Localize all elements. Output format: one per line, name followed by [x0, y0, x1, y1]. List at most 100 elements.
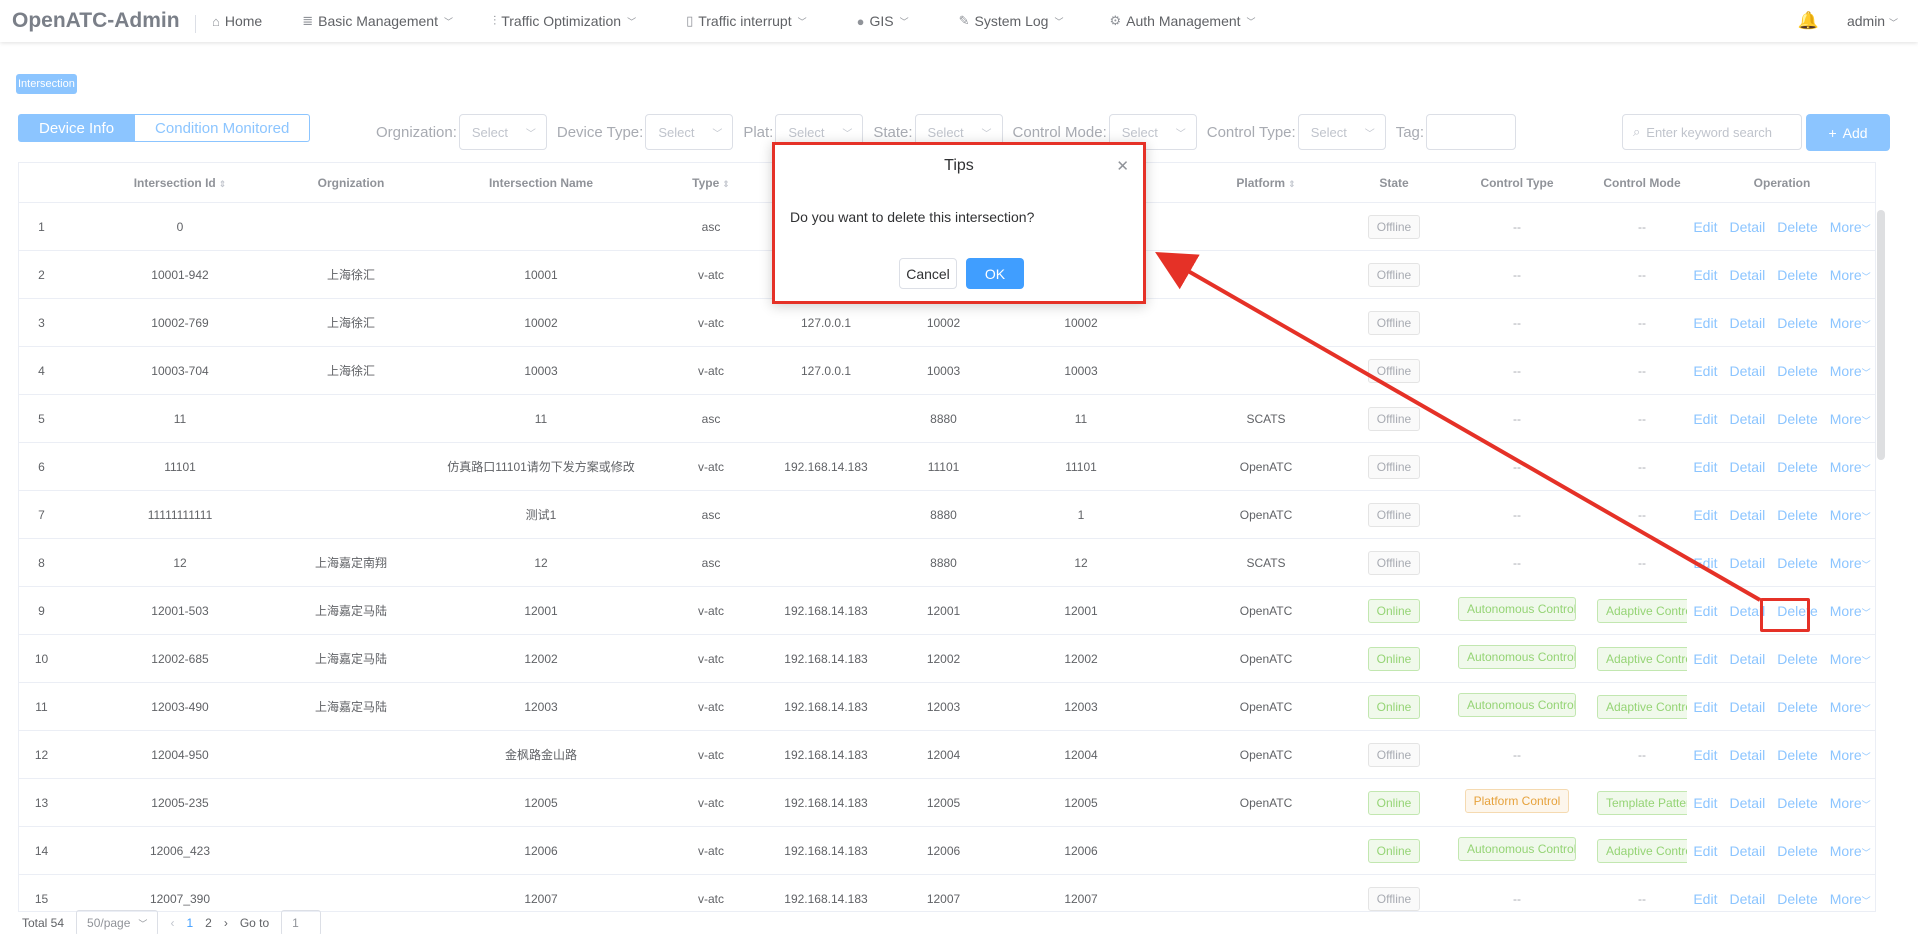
nav-item-traffic-optimization[interactable]: ⫶ Traffic Optimization ﹀ — [493, 13, 636, 29]
nav-item-basic-management[interactable]: ≣ Basic Management ﹀ — [302, 13, 453, 29]
delete-link[interactable]: Delete — [1777, 651, 1817, 667]
col-intersection-id[interactable]: Intersection Id ⇕ — [64, 176, 296, 190]
next-page-icon[interactable]: › — [224, 916, 228, 930]
org-select[interactable]: Select ﹀ — [458, 114, 547, 150]
state-cell: Online — [1351, 646, 1437, 671]
detail-link[interactable]: Detail — [1729, 555, 1765, 571]
edit-link[interactable]: Edit — [1693, 507, 1717, 523]
bell-icon[interactable]: 🔔 — [1798, 11, 1819, 31]
nav-item-system-log[interactable]: ✎ System Log ﹀ — [959, 13, 1064, 29]
table-scrollbar[interactable] — [1877, 210, 1885, 460]
sort-icon[interactable]: ⇕ — [722, 179, 730, 189]
ip-address-cell: 127.0.0.1 — [800, 363, 852, 378]
delete-link[interactable]: Delete — [1777, 795, 1817, 811]
delete-link[interactable]: Delete — [1777, 459, 1817, 475]
delete-link[interactable]: Delete — [1777, 411, 1817, 427]
delete-link[interactable]: Delete — [1777, 315, 1817, 331]
close-icon[interactable]: ✕ — [1116, 157, 1129, 175]
edit-link[interactable]: Edit — [1693, 363, 1717, 379]
goto-input[interactable]: 1 — [281, 910, 322, 934]
edit-link[interactable]: Edit — [1693, 459, 1717, 475]
search-placeholder: Enter keyword search — [1646, 124, 1773, 140]
tab-condition-monitored[interactable]: Condition Monitored — [135, 114, 311, 142]
ok-button[interactable]: OK — [966, 258, 1024, 289]
edit-link[interactable]: Edit — [1693, 891, 1717, 907]
detail-link[interactable]: Detail — [1729, 219, 1765, 235]
more-link[interactable]: More﹀ — [1830, 747, 1871, 763]
edit-link[interactable]: Edit — [1693, 795, 1717, 811]
detail-link[interactable]: Detail — [1729, 651, 1765, 667]
prev-page-icon[interactable]: ‹ — [170, 916, 174, 930]
cancel-button[interactable]: Cancel — [899, 258, 957, 289]
col-platform[interactable]: Platform ⇕ — [1181, 176, 1351, 190]
delete-link[interactable]: Delete — [1777, 267, 1817, 283]
detail-link[interactable]: Detail — [1729, 891, 1765, 907]
add-button[interactable]: + Add — [1806, 114, 1890, 151]
edit-link[interactable]: Edit — [1693, 651, 1717, 667]
edit-link[interactable]: Edit — [1693, 747, 1717, 763]
detail-link[interactable]: Detail — [1729, 795, 1765, 811]
delete-link[interactable]: Delete — [1777, 747, 1817, 763]
detail-link[interactable]: Detail — [1729, 315, 1765, 331]
nav-item-auth-management[interactable]: ⚙ Auth Management ﹀ — [1109, 13, 1255, 29]
more-link[interactable]: More﹀ — [1830, 411, 1871, 427]
total-count: Total 54 — [22, 916, 65, 930]
col-type[interactable]: Type ⇕ — [676, 176, 746, 190]
edit-link[interactable]: Edit — [1693, 411, 1717, 427]
detail-link[interactable]: Detail — [1729, 843, 1765, 859]
user-menu[interactable]: admin ﹀ — [1847, 13, 1898, 29]
more-link[interactable]: More﹀ — [1830, 603, 1871, 619]
nav-item-home[interactable]: ⌂ Home — [212, 13, 262, 29]
edit-link[interactable]: Edit — [1693, 843, 1717, 859]
more-link[interactable]: More﹀ — [1830, 315, 1871, 331]
delete-link[interactable]: Delete — [1777, 555, 1817, 571]
more-link[interactable]: More﹀ — [1830, 843, 1871, 859]
sort-icon[interactable]: ⇕ — [1288, 179, 1296, 189]
control-type-select[interactable]: Select ﹀ — [1297, 114, 1386, 150]
edit-link[interactable]: Edit — [1693, 267, 1717, 283]
detail-link[interactable]: Detail — [1729, 411, 1765, 427]
control-mode-cell: -- — [1597, 508, 1687, 522]
detail-link[interactable]: Detail — [1729, 267, 1765, 283]
page-1[interactable]: 1 — [186, 916, 193, 930]
nav-item-gis[interactable]: ● GIS ﹀ — [857, 13, 909, 29]
nav-item-traffic-interrupt[interactable]: ▯ Traffic interrupt ﹀ — [686, 13, 807, 29]
more-link[interactable]: More﹀ — [1830, 459, 1871, 475]
page-size-select[interactable]: 50/page ﹀ — [76, 910, 159, 934]
page-2[interactable]: 2 — [205, 916, 212, 930]
delete-link[interactable]: Delete — [1777, 363, 1817, 379]
tag-input[interactable] — [1426, 114, 1517, 150]
delete-link[interactable]: Delete — [1777, 891, 1817, 907]
detail-link[interactable]: Detail — [1729, 507, 1765, 523]
more-link[interactable]: More﹀ — [1830, 267, 1871, 283]
more-link[interactable]: More﹀ — [1830, 363, 1871, 379]
more-link[interactable]: More﹀ — [1830, 507, 1871, 523]
detail-link[interactable]: Detail — [1729, 459, 1765, 475]
state-cell: Offline — [1351, 502, 1437, 527]
more-link[interactable]: More﹀ — [1830, 891, 1871, 907]
edit-link[interactable]: Edit — [1693, 603, 1717, 619]
more-link[interactable]: More﹀ — [1830, 795, 1871, 811]
edit-link[interactable]: Edit — [1693, 219, 1717, 235]
more-link[interactable]: More﹀ — [1830, 555, 1871, 571]
delete-link[interactable]: Delete — [1777, 843, 1817, 859]
ip-address-cell: 192.168.14.183 — [784, 459, 868, 474]
more-link[interactable]: More﹀ — [1830, 219, 1871, 235]
edit-link[interactable]: Edit — [1693, 315, 1717, 331]
keyword-search-input[interactable]: ⌕ Enter keyword search — [1622, 114, 1802, 150]
detail-link[interactable]: Detail — [1729, 747, 1765, 763]
breadcrumb[interactable]: Intersection — [16, 74, 77, 94]
delete-link[interactable]: Delete — [1777, 219, 1817, 235]
edit-link[interactable]: Edit — [1693, 699, 1717, 715]
edit-link[interactable]: Edit — [1693, 555, 1717, 571]
port-cell: 12004 — [926, 747, 961, 762]
detail-link[interactable]: Detail — [1729, 699, 1765, 715]
more-link[interactable]: More﹀ — [1830, 699, 1871, 715]
sort-icon[interactable]: ⇕ — [219, 179, 227, 189]
tab-device-info[interactable]: Device Info — [18, 114, 136, 142]
device-type-select[interactable]: Select ﹀ — [645, 114, 734, 150]
more-link[interactable]: More﹀ — [1830, 651, 1871, 667]
detail-link[interactable]: Detail — [1729, 363, 1765, 379]
delete-link[interactable]: Delete — [1777, 699, 1817, 715]
delete-link[interactable]: Delete — [1777, 507, 1817, 523]
